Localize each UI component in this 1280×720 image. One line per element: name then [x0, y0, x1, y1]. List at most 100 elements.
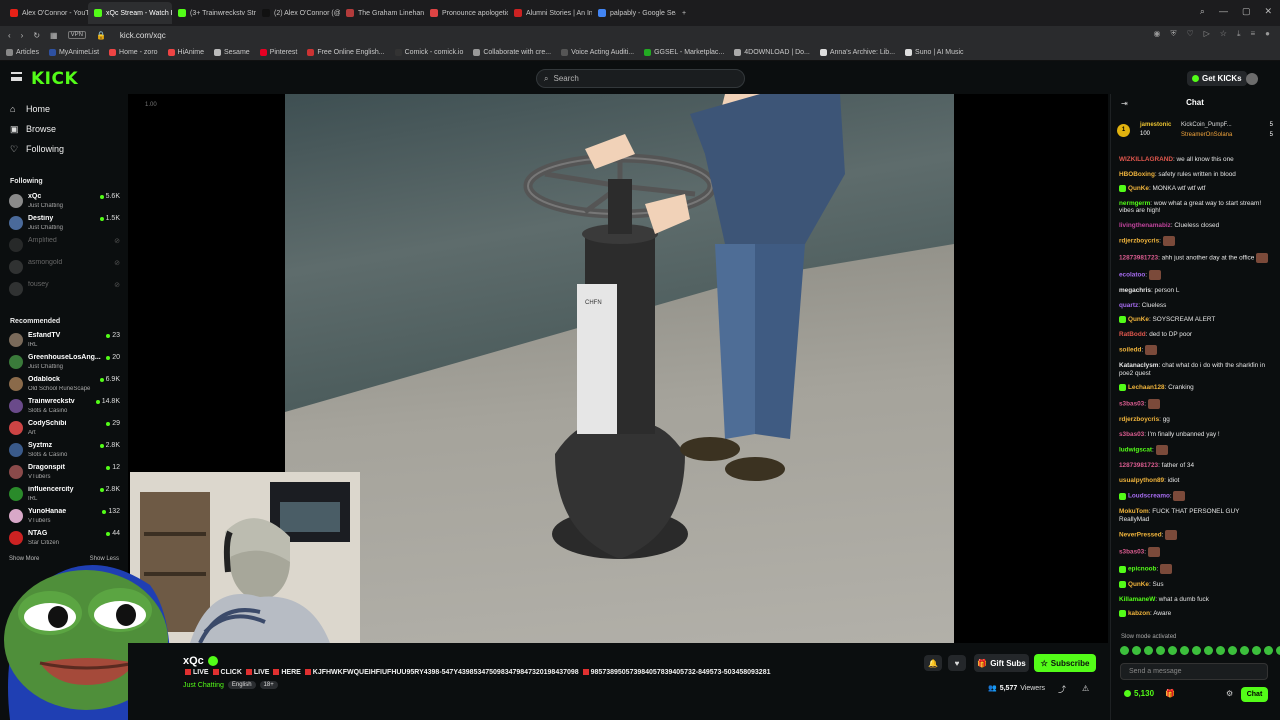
get-kicks-button[interactable]: Get KICKs [1187, 71, 1247, 86]
send-chat-button[interactable]: Chat [1241, 687, 1268, 702]
browser-tab[interactable]: Alumni Stories | An Interv [508, 2, 592, 24]
quick-emote-icon[interactable] [1204, 646, 1213, 655]
tag-english[interactable]: English [227, 681, 256, 689]
bookmark-item[interactable]: Suno | AI Music [905, 48, 964, 56]
pinned-user[interactable]: jamestonic [1140, 122, 1171, 128]
browser-tab[interactable]: xQc Stream - Watch Live [88, 2, 172, 24]
quick-emote-icon[interactable] [1180, 646, 1189, 655]
quick-emote-icon[interactable] [1168, 646, 1177, 655]
browser-tab[interactable]: (3+ Trainwreckstv Stream [172, 2, 256, 24]
menu-icon[interactable]: ≡ [1250, 29, 1255, 39]
url-text[interactable]: kick.com/xqc [120, 31, 166, 40]
chat-username[interactable]: nermgerm [1119, 200, 1150, 207]
quick-emote-icon[interactable] [1240, 646, 1249, 655]
search-tabs-icon[interactable]: ⌕ [1200, 6, 1205, 17]
sidebar-channel[interactable]: GreenhouseLosAng... Just Chatting 20 [9, 352, 122, 374]
heart-icon[interactable]: ♡ [1186, 29, 1193, 39]
close-icon[interactable]: ✕ [1264, 6, 1272, 17]
quick-emote-icon[interactable] [1216, 646, 1225, 655]
shield-icon[interactable]: ⛨ [1170, 29, 1176, 39]
chat-username[interactable]: livingthenamabiz [1119, 222, 1171, 229]
bookmark-item[interactable]: HiAnime [167, 48, 204, 56]
quick-emote-icon[interactable] [1144, 646, 1153, 655]
browser-tab[interactable]: palpably - Google Search [592, 2, 676, 24]
new-tab-button[interactable]: + [676, 2, 692, 24]
bookmark-item[interactable]: GGSEL - Marketplac... [644, 48, 724, 56]
chat-settings-gear-icon[interactable]: ⚙ [1226, 689, 1233, 698]
chat-username[interactable]: 12873981723 [1119, 462, 1158, 469]
quick-emote-icon[interactable] [1156, 646, 1165, 655]
browser-tab[interactable]: The Graham Linehan arre [340, 2, 424, 24]
chat-username[interactable]: s3bas03 [1119, 431, 1144, 438]
search-input[interactable]: ⌕ Search [536, 69, 745, 88]
reload-icon[interactable]: ↻ [33, 31, 40, 40]
nav-browse[interactable]: ▣ Browse [10, 124, 56, 134]
sidebar-channel[interactable]: Odablock Old School RuneScape 6.9K [9, 374, 122, 396]
chat-username[interactable]: soiledd [1119, 347, 1141, 354]
nav-home[interactable]: ⌂ Home [10, 104, 50, 114]
stream-category-link[interactable]: Just Chatting [183, 682, 224, 689]
chat-username[interactable]: rdjerzboycris [1119, 416, 1159, 423]
quick-emote-icon[interactable] [1132, 646, 1141, 655]
quick-emote-icon[interactable] [1228, 646, 1237, 655]
user-avatar[interactable] [1246, 73, 1258, 85]
bookmark-item[interactable]: Home - zoro [109, 48, 158, 56]
bookmark-item[interactable]: Articles [6, 48, 39, 56]
bookmark-item[interactable]: Free Online English... [307, 48, 385, 56]
chat-username[interactable]: ecolatoo [1119, 272, 1145, 279]
chat-username[interactable]: usualpython89 [1119, 477, 1164, 484]
chat-username[interactable]: QunKe [1128, 316, 1149, 323]
chat-username[interactable]: quartz [1119, 302, 1138, 309]
sidebar-channel[interactable]: Amplified ⊘ [9, 235, 122, 257]
browser-tab[interactable]: Pronounce apologetical in [424, 2, 508, 24]
profile-icon[interactable]: ● [1265, 29, 1270, 39]
chat-username[interactable]: s3bas03 [1119, 401, 1144, 408]
chat-username[interactable]: Loudscreamo [1128, 493, 1170, 500]
chat-username[interactable]: rdjerzboycris [1119, 238, 1159, 245]
follow-button[interactable]: ♥ [948, 655, 966, 671]
bookmark-item[interactable]: Sesame [214, 48, 250, 56]
sidebar-channel[interactable]: YunoHanae VTubers 132 [9, 506, 122, 528]
chat-username[interactable]: KillamaneW [1119, 596, 1155, 603]
browser-tab[interactable]: (2) Alex O'Connor (@Cos [256, 2, 340, 24]
bookmark-item[interactable]: Pinterest [259, 48, 297, 56]
gift-subs-button[interactable]: 🎁 Gift Subs [974, 654, 1029, 672]
bookmark-icon[interactable]: ☆ [1220, 29, 1227, 39]
gift-icon[interactable]: 🎁 [1165, 689, 1175, 698]
chat-username[interactable]: 12873981723 [1119, 255, 1158, 262]
sidebar-channel[interactable]: influencercity IRL 2.8K [9, 484, 122, 506]
chat-username[interactable]: ludwigscat [1119, 447, 1152, 454]
sidebar-channel[interactable]: Syztmz Slots & Casino 2.8K [9, 440, 122, 462]
notifications-button[interactable]: 🔔 [924, 655, 942, 671]
back-icon[interactable]: ‹ [8, 31, 11, 40]
download-icon[interactable]: ⤓ [1237, 29, 1241, 39]
sidebar-channel[interactable]: Dragonspit VTubers 12 [9, 462, 122, 484]
chat-username[interactable]: RatBodd [1119, 331, 1146, 338]
chat-username[interactable]: WIZKILLAGRAND [1119, 156, 1173, 163]
pinned-second-user[interactable]: KickCoin_PumpF... [1181, 122, 1232, 128]
chat-username[interactable]: NeverPressed [1119, 532, 1162, 539]
bookmark-item[interactable]: Comick - comick.io [394, 48, 463, 56]
sidebar-channel[interactable]: CodySchibi Art 29 [9, 418, 122, 440]
kicks-balance[interactable]: 5,130 [1124, 689, 1154, 698]
quick-emote-icon[interactable] [1120, 646, 1129, 655]
quick-emote-icon[interactable] [1192, 646, 1201, 655]
nav-following[interactable]: ♡ Following [10, 144, 64, 154]
chat-username[interactable]: Lechaan128 [1128, 385, 1165, 392]
chat-username[interactable]: MokuTom [1119, 508, 1149, 515]
quick-emote-icon[interactable] [1252, 646, 1261, 655]
chat-username[interactable]: megachris [1119, 287, 1151, 294]
chat-username[interactable]: kabzon [1128, 610, 1150, 617]
pinned-second-sub[interactable]: StreamerOnSolana [1181, 132, 1232, 138]
sidebar-channel[interactable]: Trainwreckstv Slots & Casino 14.8K [9, 396, 122, 418]
sidebar-channel[interactable]: xQc Just Chatting 5.6K [9, 191, 122, 213]
kick-logo[interactable]: KICK [31, 69, 78, 89]
vpn-badge[interactable]: VPN [67, 31, 86, 39]
channel-name[interactable]: xQc [183, 655, 218, 667]
forward-icon[interactable]: › [21, 31, 24, 40]
report-icon[interactable]: ⚠ [1082, 684, 1089, 693]
quick-emote-icon[interactable] [1276, 646, 1280, 655]
hamburger-menu-icon[interactable] [11, 72, 22, 81]
sidebar-channel[interactable]: asmongold ⊘ [9, 257, 122, 279]
share-icon[interactable]: ⤴ [1058, 684, 1066, 695]
